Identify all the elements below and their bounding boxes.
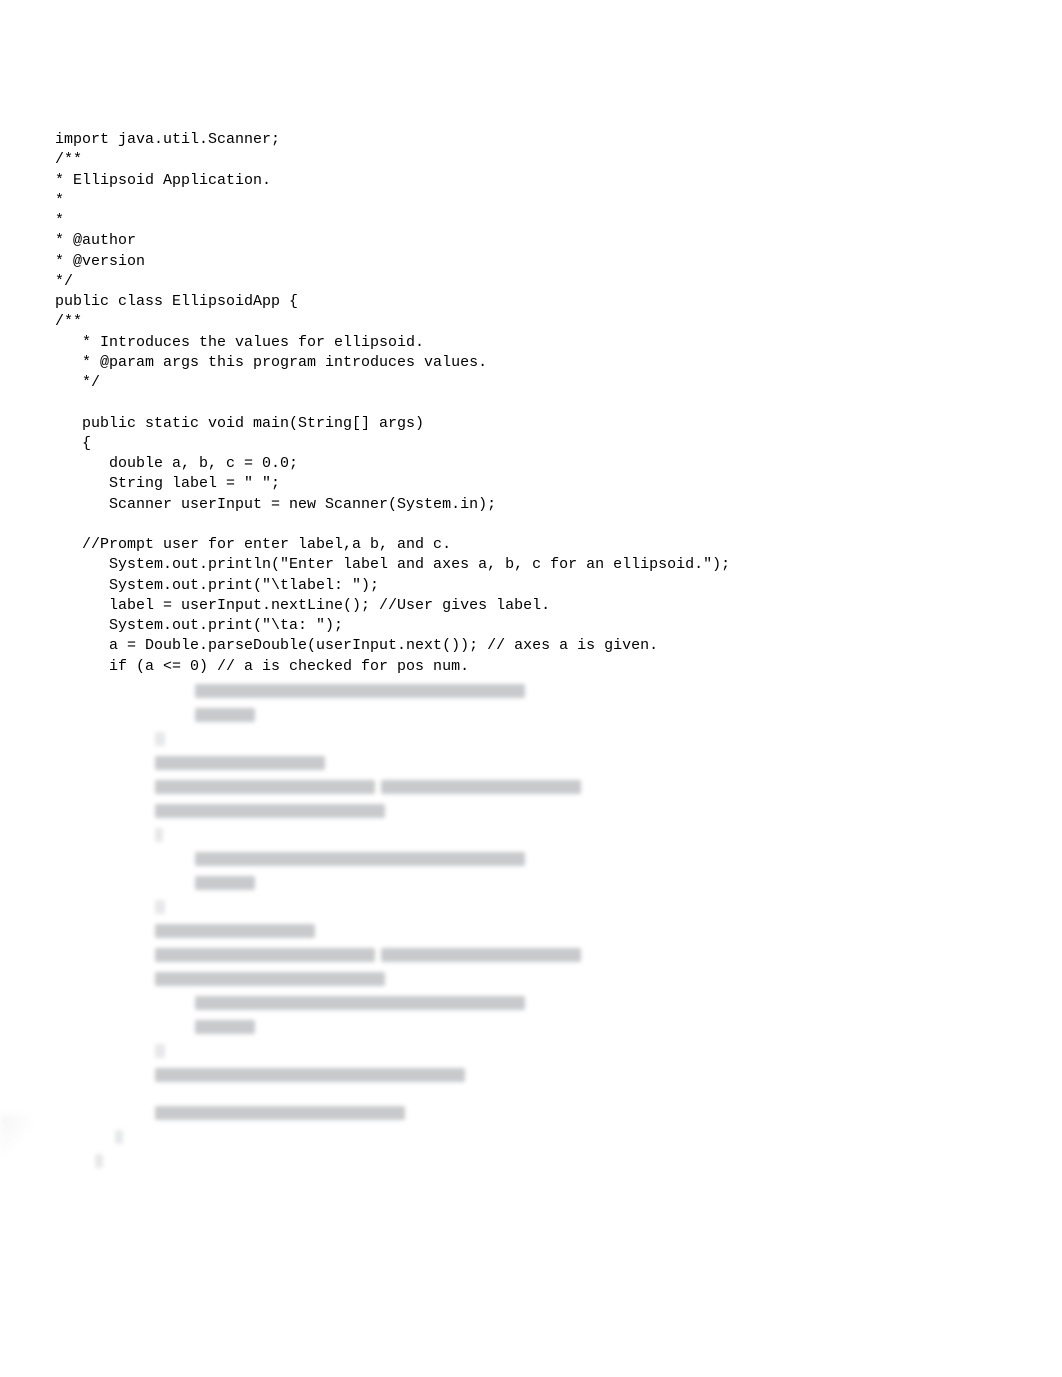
blurred-code-region — [55, 681, 1022, 1171]
blurred-line — [55, 801, 1022, 821]
code-line: public class EllipsoidApp { — [55, 293, 298, 310]
blurred-segment — [155, 1044, 165, 1058]
blurred-segment — [195, 996, 525, 1010]
blurred-segment — [381, 780, 581, 794]
code-line: /** — [55, 313, 82, 330]
blurred-line — [55, 681, 1022, 701]
blurred-line — [55, 897, 1022, 917]
code-line: double a, b, c = 0.0; — [55, 455, 298, 472]
code-line: if (a <= 0) // a is checked for pos num. — [55, 658, 469, 675]
code-line: import java.util.Scanner; — [55, 131, 280, 148]
page-fold-decoration — [0, 1115, 30, 1155]
code-line: * @param args this program introduces va… — [55, 354, 487, 371]
blurred-line — [55, 1065, 1022, 1085]
blurred-segment — [155, 780, 375, 794]
code-line: public static void main(String[] args) — [55, 415, 424, 432]
blurred-line — [55, 1151, 1022, 1171]
blurred-segment — [195, 852, 525, 866]
blurred-segment — [155, 972, 385, 986]
document-page: import java.util.Scanner; /** * Ellipsoi… — [0, 0, 1062, 1215]
code-line: System.out.print("\ta: "); — [55, 617, 343, 634]
blurred-line — [55, 753, 1022, 773]
code-line: label = userInput.nextLine(); //User giv… — [55, 597, 550, 614]
blurred-segment — [155, 756, 325, 770]
blurred-line — [55, 1017, 1022, 1037]
code-line: Scanner userInput = new Scanner(System.i… — [55, 496, 496, 513]
blurred-segment — [155, 804, 385, 818]
code-line: * @author — [55, 232, 136, 249]
code-line: * Introduces the values for ellipsoid. — [55, 334, 424, 351]
code-line: /** — [55, 151, 82, 168]
blurred-segment — [381, 948, 581, 962]
code-line: */ — [55, 273, 73, 290]
blurred-line — [55, 825, 1022, 845]
code-line: String label = " "; — [55, 475, 280, 492]
blurred-segment — [155, 924, 315, 938]
blurred-line — [55, 993, 1022, 1013]
blurred-segment — [155, 828, 163, 842]
blurred-line — [55, 1103, 1022, 1123]
blurred-segment — [195, 1020, 255, 1034]
code-line: * — [55, 212, 64, 229]
blurred-line — [55, 849, 1022, 869]
blurred-line — [55, 1041, 1022, 1061]
code-line: System.out.print("\tlabel: "); — [55, 577, 379, 594]
blurred-line — [55, 1127, 1022, 1147]
blurred-segment — [155, 900, 165, 914]
code-line: a = Double.parseDouble(userInput.next())… — [55, 637, 658, 654]
blurred-segment — [115, 1130, 123, 1144]
code-line: * — [55, 192, 64, 209]
code-line: //Prompt user for enter label,a b, and c… — [55, 536, 451, 553]
blurred-line — [55, 921, 1022, 941]
code-line: * Ellipsoid Application. — [55, 172, 271, 189]
blurred-segment — [155, 1068, 465, 1082]
blurred-line — [55, 777, 1022, 797]
code-block: import java.util.Scanner; /** * Ellipsoi… — [55, 130, 1022, 677]
code-line: { — [55, 435, 91, 452]
blurred-segment — [195, 876, 255, 890]
blurred-segment — [195, 708, 255, 722]
blurred-line — [55, 945, 1022, 965]
blurred-segment — [155, 732, 165, 746]
blurred-segment — [155, 1106, 405, 1120]
blurred-line — [55, 969, 1022, 989]
blurred-segment — [195, 684, 525, 698]
blurred-line — [55, 705, 1022, 725]
blurred-line — [55, 1089, 1022, 1099]
code-line: * @version — [55, 253, 145, 270]
code-line: System.out.println("Enter label and axes… — [55, 556, 730, 573]
blurred-line — [55, 729, 1022, 749]
blurred-segment — [95, 1154, 103, 1168]
code-line: */ — [55, 374, 100, 391]
blurred-segment — [155, 948, 375, 962]
blurred-line — [55, 873, 1022, 893]
